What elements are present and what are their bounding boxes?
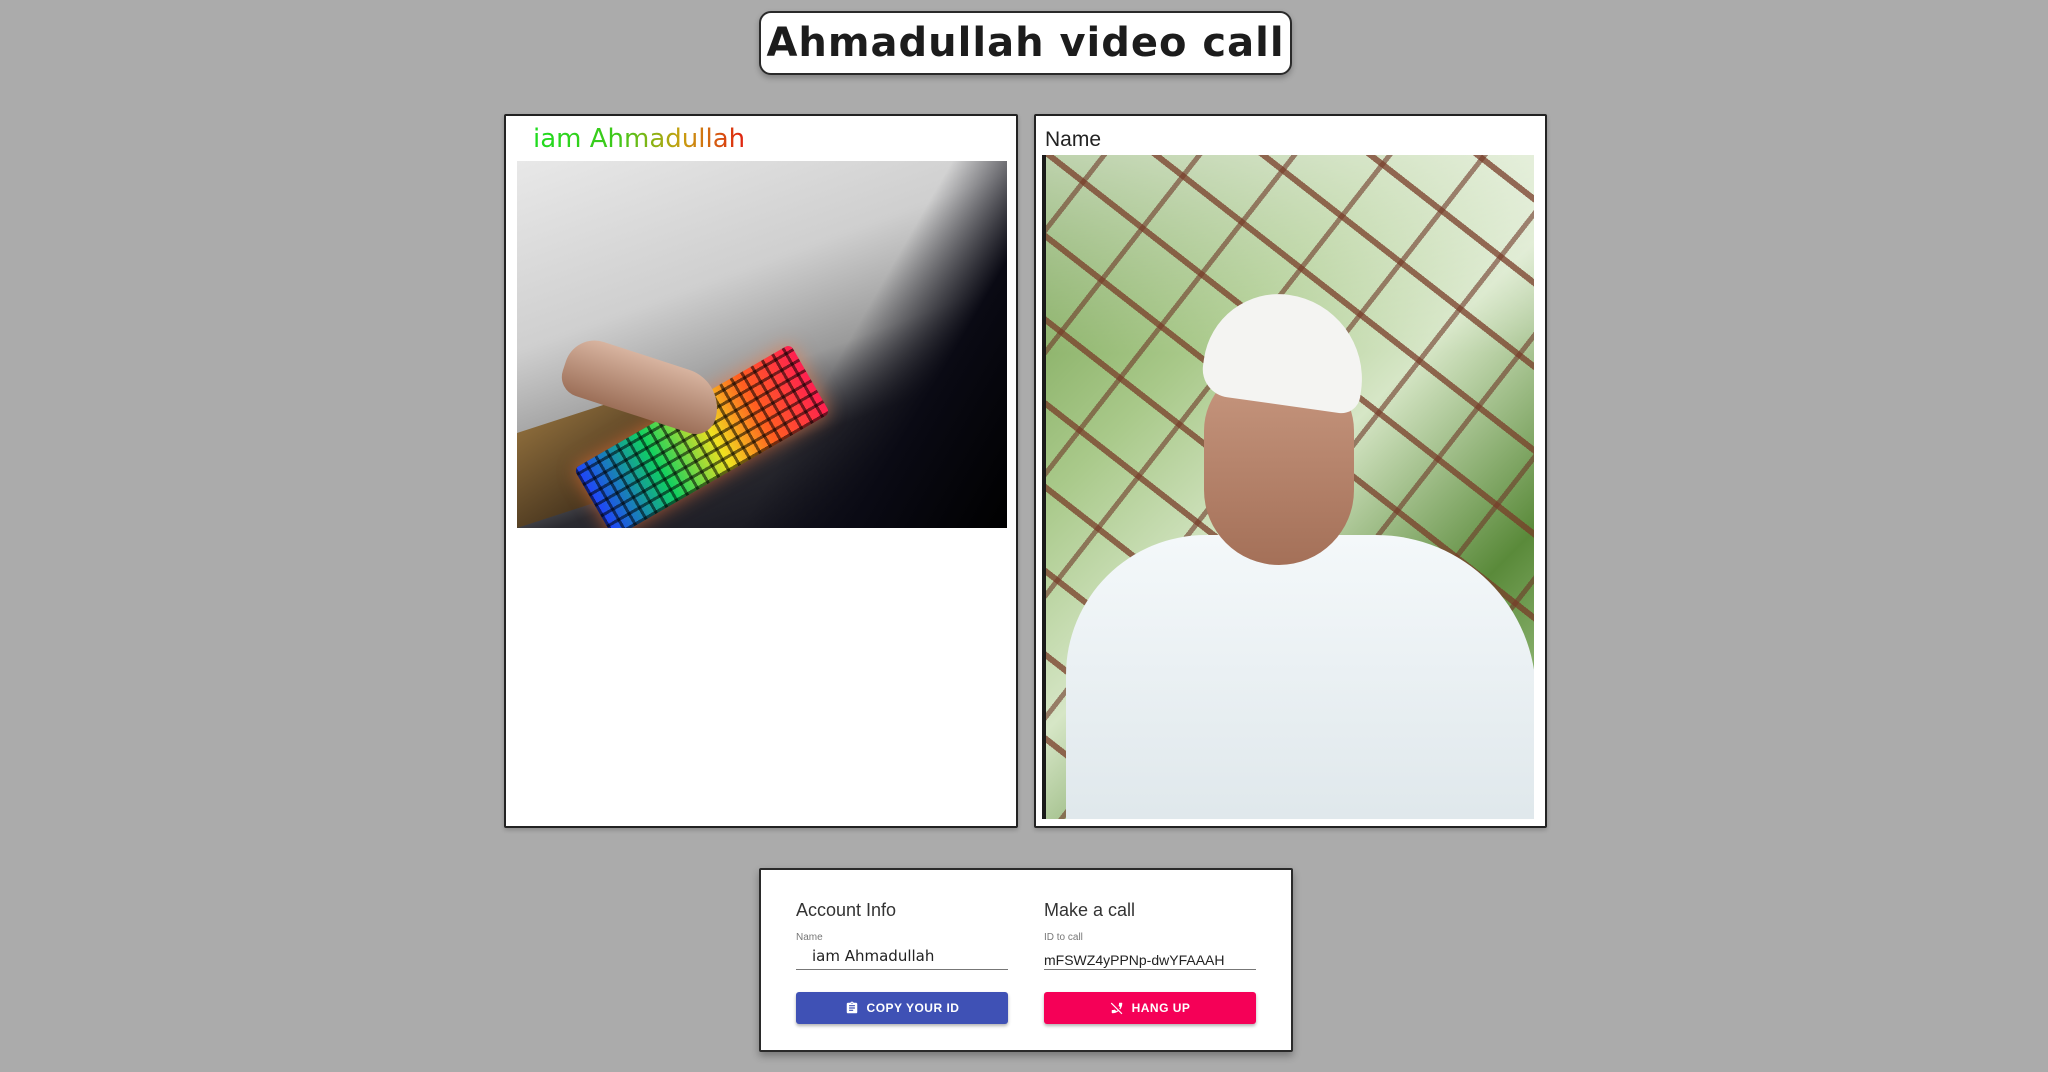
make-call-heading: Make a call bbox=[1044, 900, 1136, 920]
clipboard-icon bbox=[846, 1001, 857, 1014]
copy-id-button[interactable]: COPY YOUR ID bbox=[796, 992, 1008, 1024]
id-to-call-input[interactable] bbox=[1044, 942, 1256, 970]
video-scene-person-body bbox=[1066, 535, 1534, 819]
remote-video-label: Name bbox=[1045, 128, 1102, 151]
call-controls-panel: Account Info Name COPY YOUR ID Make a ca… bbox=[759, 868, 1293, 1052]
title-card: Ahmadullah video call bbox=[759, 11, 1292, 75]
hang-up-button[interactable]: HANG UP bbox=[1044, 992, 1256, 1024]
remote-video-card: Name bbox=[1034, 114, 1547, 828]
local-video-label: iam Ahmadullah bbox=[533, 124, 746, 154]
local-video-stream bbox=[517, 161, 1007, 528]
copy-id-label: COPY YOUR ID bbox=[866, 1001, 960, 1015]
hang-up-label: HANG UP bbox=[1131, 1001, 1191, 1015]
local-video-card: iam Ahmadullah bbox=[504, 114, 1018, 828]
page-title: Ahmadullah video call bbox=[766, 20, 1285, 66]
name-input[interactable] bbox=[796, 942, 1008, 970]
remote-video-stream bbox=[1042, 155, 1534, 819]
phone-disabled-icon bbox=[1110, 1002, 1122, 1015]
account-info-heading: Account Info bbox=[796, 900, 897, 920]
